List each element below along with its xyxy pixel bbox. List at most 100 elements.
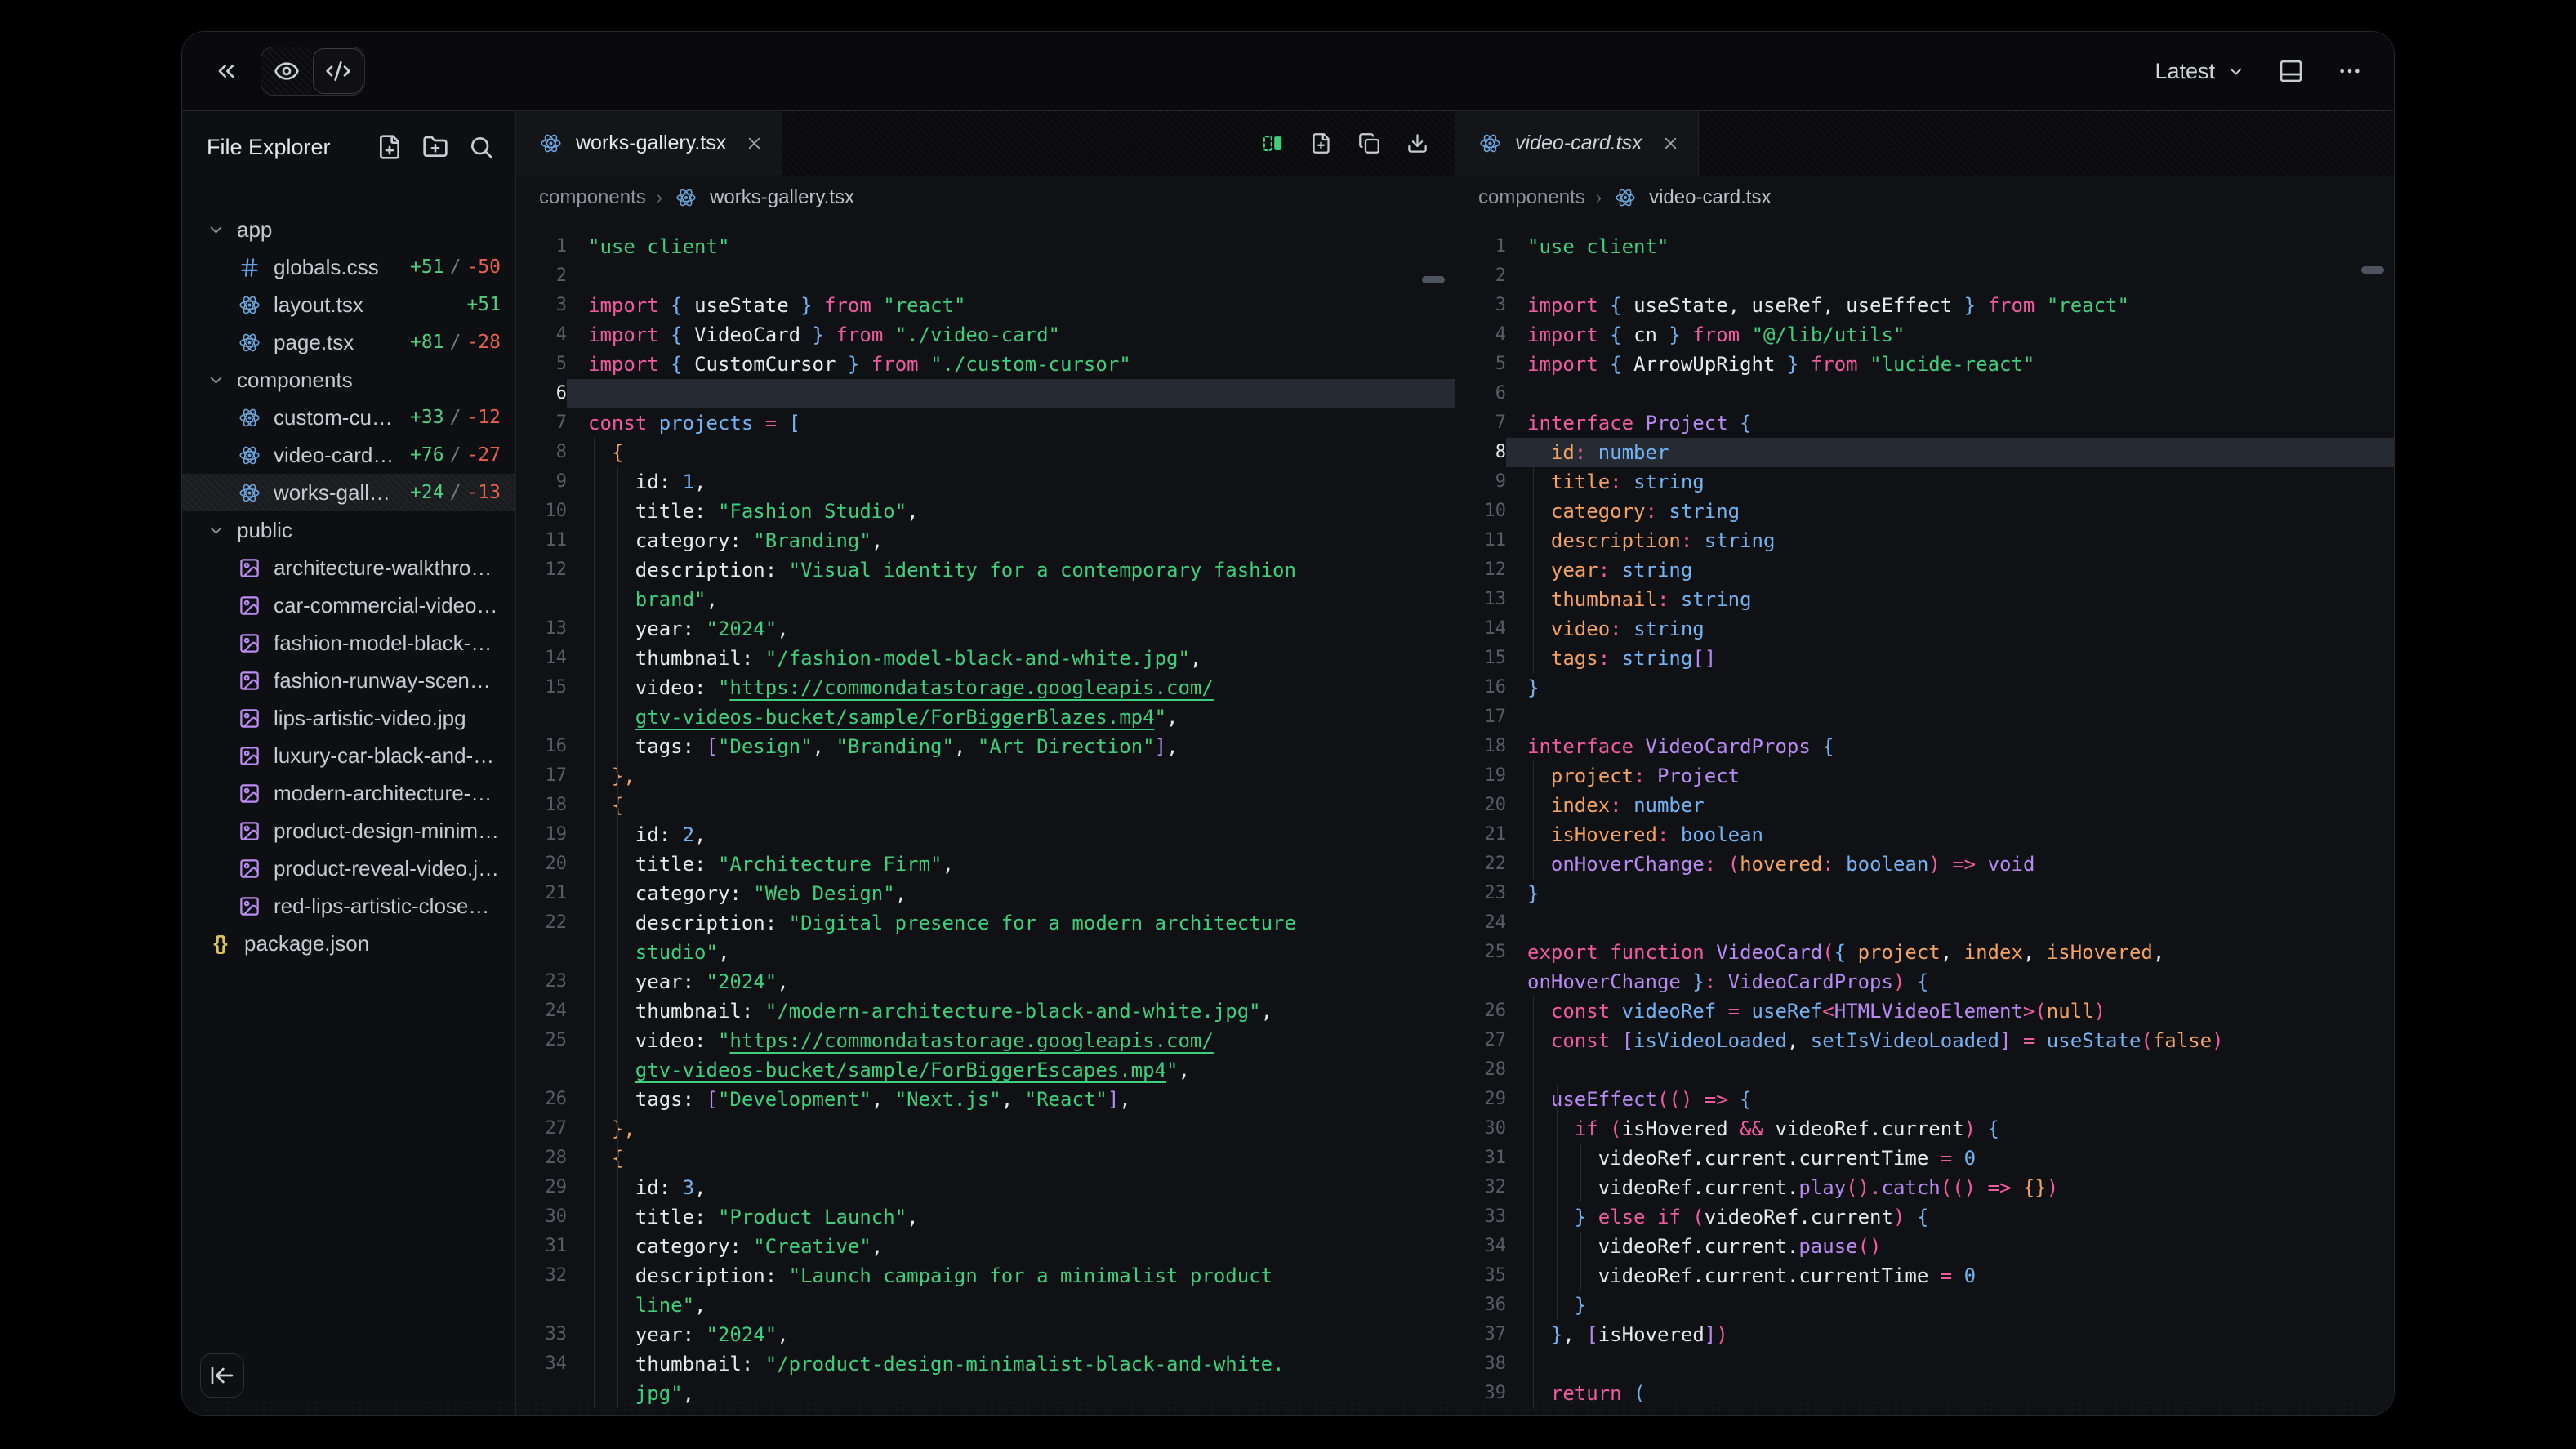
tree-item-fashion-runway-scen[interactable]: fashion-runway-scen… [182, 662, 515, 699]
code-line-15[interactable]: 15 video: "https://commondatastorage.goo… [516, 673, 1455, 702]
code-line-26[interactable]: 26 const videoRef = useRef<HTMLVideoElem… [1455, 996, 2394, 1026]
breadcrumb-file[interactable]: video-card.tsx [1649, 186, 1771, 209]
code-line-28[interactable]: 28 [1455, 1055, 2394, 1085]
code-line-11[interactable]: 11 description: string [1455, 526, 2394, 555]
code-line-19[interactable]: 19 id: 2, [516, 820, 1455, 849]
code-line-wrap[interactable]: onHoverChange }: VideoCardProps) { [1455, 967, 2394, 996]
scrollbar-thumb[interactable] [2361, 266, 2384, 274]
code-line-18[interactable]: 18interface VideoCardProps { [1455, 732, 2394, 761]
code-toggle-button[interactable] [313, 48, 363, 94]
code-line-18[interactable]: 18 { [516, 791, 1455, 820]
code-line-12[interactable]: 12 description: "Visual identity for a c… [516, 555, 1455, 585]
code-line-34[interactable]: 34 videoRef.current.pause() [1455, 1232, 2394, 1261]
code-line-25[interactable]: 25 video: "https://commondatastorage.goo… [516, 1026, 1455, 1055]
code-line-4[interactable]: 4import { cn } from "@/lib/utils" [1455, 320, 2394, 350]
code-line-17[interactable]: 17 }, [516, 761, 1455, 791]
tree-item-works-galler[interactable]: works-galler…+24/-13 [182, 474, 515, 511]
code-line-wrap[interactable]: gtv-videos-bucket/sample/ForBiggerEscape… [516, 1055, 1455, 1085]
preview-toggle-button[interactable] [261, 47, 312, 95]
code-line-10[interactable]: 10 category: string [1455, 497, 2394, 526]
code-line-3[interactable]: 3import { useState, useRef, useEffect } … [1455, 291, 2394, 320]
code-line-7[interactable]: 7interface Project { [1455, 408, 2394, 438]
tree-folder-components[interactable]: components [182, 361, 515, 399]
code-line-36[interactable]: 36 } [1455, 1291, 2394, 1320]
tree-item-car-commercial-video[interactable]: car-commercial-video… [182, 586, 515, 624]
code-line-13[interactable]: 13 year: "2024", [516, 614, 1455, 644]
code-line-wrap[interactable]: jpg", [516, 1379, 1455, 1408]
code-line-29[interactable]: 29 useEffect(() => { [1455, 1085, 2394, 1114]
code-line-17[interactable]: 17 [1455, 702, 2394, 732]
code-line-wrap[interactable]: studio", [516, 938, 1455, 967]
code-line-35[interactable]: 35 videoRef.current.currentTime = 0 [1455, 1261, 2394, 1291]
code-line-21[interactable]: 21 isHovered: boolean [1455, 820, 2394, 849]
code-line-32[interactable]: 32 description: "Launch campaign for a m… [516, 1261, 1455, 1291]
code-line-27[interactable]: 27 }, [516, 1114, 1455, 1144]
code-line-9[interactable]: 9 title: string [1455, 467, 2394, 497]
new-file-button[interactable] [377, 134, 403, 160]
code-line-22[interactable]: 22 description: "Digital presence for a … [516, 908, 1455, 938]
code-line-24[interactable]: 24 [1455, 908, 2394, 938]
code-line-9[interactable]: 9 id: 1, [516, 467, 1455, 497]
add-file-button[interactable] [1310, 132, 1332, 154]
code-line-14[interactable]: 14 video: string [1455, 614, 2394, 644]
tree-item-package.json[interactable]: {}package.json [182, 925, 515, 962]
code-line-23[interactable]: 23 year: "2024", [516, 967, 1455, 996]
code-line-23[interactable]: 23} [1455, 879, 2394, 908]
code-line-39[interactable]: 39 return ( [1455, 1379, 2394, 1408]
code-line-32[interactable]: 32 videoRef.current.play().catch(() => {… [1455, 1173, 2394, 1202]
new-folder-button[interactable] [422, 134, 448, 160]
code-line-wrap[interactable]: brand", [516, 585, 1455, 614]
code-line-16[interactable]: 16} [1455, 673, 2394, 702]
tree-folder-app[interactable]: app [182, 211, 515, 248]
collapse-sidebar-button[interactable] [200, 1353, 244, 1398]
code-line-30[interactable]: 30 if (isHovered && videoRef.current) { [1455, 1114, 2394, 1144]
tree-item-red-lips-artistic-close[interactable]: red-lips-artistic-close… [182, 887, 515, 925]
code-line-21[interactable]: 21 category: "Web Design", [516, 879, 1455, 908]
code-line-8[interactable]: 8 id: number [1455, 438, 2394, 467]
code-line-22[interactable]: 22 onHoverChange: (hovered: boolean) => … [1455, 849, 2394, 879]
tab-video-card[interactable]: video-card.tsx [1455, 111, 1699, 176]
code-editor-works-gallery[interactable]: 1"use client"23import { useState } from … [516, 219, 1455, 1415]
code-line-20[interactable]: 20 title: "Architecture Firm", [516, 849, 1455, 879]
code-line-5[interactable]: 5import { ArrowUpRight } from "lucide-re… [1455, 350, 2394, 379]
tree-item-architecture-walkthro[interactable]: architecture-walkthro… [182, 549, 515, 586]
code-line-27[interactable]: 27 const [isVideoLoaded, setIsVideoLoade… [1455, 1026, 2394, 1055]
code-line-28[interactable]: 28 { [516, 1144, 1455, 1173]
code-line-5[interactable]: 5import { CustomCursor } from "./custom-… [516, 350, 1455, 379]
code-line-19[interactable]: 19 project: Project [1455, 761, 2394, 791]
code-line-4[interactable]: 4import { VideoCard } from "./video-card… [516, 320, 1455, 350]
tree-item-globals.css[interactable]: globals.css+51/-50 [182, 248, 515, 286]
code-line-6[interactable]: 6 [1455, 379, 2394, 408]
code-line-31[interactable]: 31 category: "Creative", [516, 1232, 1455, 1261]
scrollbar-thumb[interactable] [1422, 276, 1445, 283]
code-line-16[interactable]: 16 tags: ["Design", "Branding", "Art Dir… [516, 732, 1455, 761]
code-editor-video-card[interactable]: 1"use client"23import { useState, useRef… [1455, 219, 2394, 1415]
code-line-6[interactable]: 6 [516, 379, 1455, 408]
code-line-31[interactable]: 31 videoRef.current.currentTime = 0 [1455, 1144, 2394, 1173]
tree-item-layout.tsx[interactable]: layout.tsx+51 [182, 286, 515, 323]
tree-item-video-card.tsx[interactable]: video-card.tsx+76/-27 [182, 436, 515, 474]
code-line-25[interactable]: 25export function VideoCard({ project, i… [1455, 938, 2394, 967]
close-tab-icon[interactable] [745, 134, 764, 153]
code-line-11[interactable]: 11 category: "Branding", [516, 526, 1455, 555]
close-tab-icon[interactable] [1661, 134, 1680, 153]
code-line-14[interactable]: 14 thumbnail: "/fashion-model-black-and-… [516, 644, 1455, 673]
tree-item-product-design-minim[interactable]: product-design-minim… [182, 812, 515, 849]
tree-item-lips-artistic-video.jpg[interactable]: lips-artistic-video.jpg [182, 699, 515, 737]
code-line-24[interactable]: 24 thumbnail: "/modern-architecture-blac… [516, 996, 1455, 1026]
tree-item-custom-curs[interactable]: custom-curs…+33/-12 [182, 399, 515, 436]
code-line-1[interactable]: 1"use client" [1455, 232, 2394, 261]
code-line-15[interactable]: 15 tags: string[] [1455, 644, 2394, 673]
code-line-2[interactable]: 2 [516, 261, 1455, 291]
breadcrumb-folder[interactable]: components [539, 186, 646, 209]
code-line-29[interactable]: 29 id: 3, [516, 1173, 1455, 1202]
tree-item-modern-architecture-[interactable]: modern-architecture-… [182, 774, 515, 812]
code-line-38[interactable]: 38 [1455, 1349, 2394, 1379]
tree-item-product-reveal-video.j[interactable]: product-reveal-video.j… [182, 849, 515, 887]
code-line-20[interactable]: 20 index: number [1455, 791, 2394, 820]
download-button[interactable] [1406, 132, 1428, 154]
code-line-wrap[interactable]: gtv-videos-bucket/sample/ForBiggerBlazes… [516, 702, 1455, 732]
code-line-34[interactable]: 34 thumbnail: "/product-design-minimalis… [516, 1349, 1455, 1379]
code-line-33[interactable]: 33 } else if (videoRef.current) { [1455, 1202, 2394, 1232]
tree-item-page.tsx[interactable]: page.tsx+81/-28 [182, 323, 515, 361]
